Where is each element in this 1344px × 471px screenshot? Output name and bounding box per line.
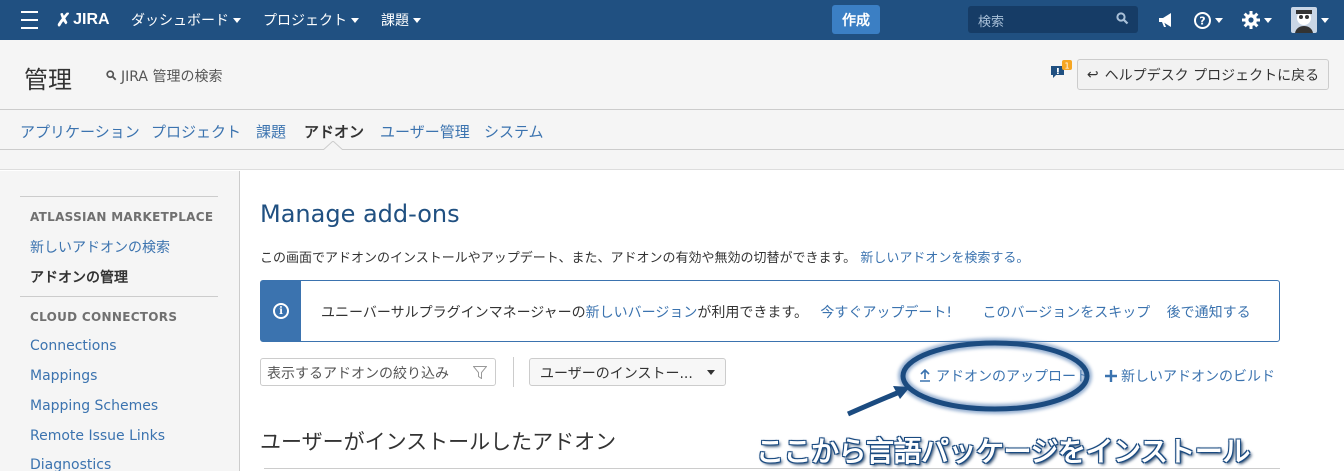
notification-count: 1 (1064, 62, 1069, 71)
top-navigation-bar: ✗ JIRA ダッシュボード プロジェクト 課題 作成 検索 ? (0, 0, 1344, 40)
feedback-icon: 1 (1051, 60, 1072, 78)
update-banner: i ユニーバーサルプラグインマネージャーの新しいバージョンが利用できます。 今す… (260, 280, 1280, 342)
section-title-user-installed: ユーザーがインストールしたアドオン (260, 430, 617, 454)
find-add-ons-link[interactable]: 新しいアドオンを検索する。 (860, 251, 1029, 266)
jira-logo[interactable]: ✗ JIRA (56, 0, 110, 40)
page-title: 管理 (24, 66, 72, 94)
return-arrow-icon: ↩ (1086, 66, 1099, 83)
build-add-on-link[interactable]: 新しいアドオンのビルド (1105, 366, 1275, 386)
tab-add-ons[interactable]: アドオン (304, 121, 364, 142)
skip-version-link[interactable]: このバージョンをスキップ (982, 305, 1150, 321)
sidebar-heading-marketplace: ATLASSIAN MARKETPLACE (30, 210, 214, 224)
plus-icon (1105, 370, 1117, 382)
chevron-down-icon (1321, 17, 1329, 23)
megaphone-icon[interactable] (1158, 0, 1176, 40)
help-menu[interactable]: ? (1194, 0, 1223, 40)
back-to-helpdesk-button[interactable]: ↩ ヘルプデスク プロジェクトに戻る (1077, 59, 1329, 90)
tab-applications[interactable]: アプリケーション (20, 121, 140, 142)
page-band (0, 150, 1344, 170)
sidebar-item-connections[interactable]: Connections (30, 338, 117, 354)
chevron-down-icon (413, 17, 421, 23)
create-button[interactable]: 作成 (832, 5, 880, 34)
sidebar-item-manage-add-ons[interactable]: アドオンの管理 (30, 267, 128, 287)
add-on-filter-input[interactable]: 表示するアドオンの絞り込み (260, 358, 496, 386)
sidebar-item-mappings[interactable]: Mappings (30, 368, 97, 384)
add-on-type-select[interactable]: ユーザーのインストー... (529, 358, 726, 386)
divider (20, 196, 218, 197)
nav-issues-menu[interactable]: 課題 (381, 0, 421, 40)
user-avatar[interactable] (1291, 0, 1329, 40)
sidebar-item-mapping-schemes[interactable]: Mapping Schemes (30, 398, 158, 414)
divider (513, 357, 514, 387)
upload-icon (920, 368, 930, 382)
remind-later-link[interactable]: 後で通知する (1167, 305, 1251, 321)
settings-menu[interactable] (1242, 0, 1272, 40)
chevron-down-icon (1264, 17, 1272, 23)
gear-icon (1242, 11, 1260, 29)
annotation-arrow (846, 388, 903, 417)
admin-tabs: アプリケーション プロジェクト 課題 アドオン ユーザー管理 システム (0, 110, 1344, 150)
svg-text:?: ? (1199, 14, 1205, 27)
help-icon: ? (1194, 11, 1211, 29)
menu-icon[interactable] (20, 0, 38, 40)
chevron-down-icon (1215, 17, 1223, 23)
tab-issues[interactable]: 課題 (256, 121, 286, 142)
upload-add-on-link[interactable]: アドオンのアップロード (919, 366, 1090, 386)
admin-search-link[interactable]: JIRA 管理の検索 (106, 66, 222, 86)
sidebar-item-diagnostics[interactable]: Diagnostics (30, 457, 111, 471)
sidebar: ATLASSIAN MARKETPLACE 新しいアドオンの検索 アドオンの管理… (0, 171, 240, 471)
chevron-down-icon (233, 17, 241, 23)
search-icon (106, 70, 117, 81)
banner-message: ユニーバーサルプラグインマネージャーの新しいバージョンが利用できます。 今すぐア… (321, 305, 1251, 321)
chevron-down-icon (351, 17, 359, 23)
sidebar-heading-cloud-connectors: CLOUD CONNECTORS (30, 310, 178, 324)
main-title: Manage add-ons (260, 200, 460, 228)
sidebar-item-remote-issue-links[interactable]: Remote Issue Links (30, 428, 165, 444)
admin-header: 管理 JIRA 管理の検索 1 ↩ ヘルプデスク プロジェクトに戻る (0, 40, 1344, 110)
avatar-icon (1291, 7, 1317, 33)
page-description: この画面でアドオンのインストールやアップデート、また、アドオンの有効や無効の切替… (260, 251, 1030, 266)
annotation-caption: ここから言語パッケージをインストール (756, 435, 1250, 468)
search-input[interactable]: 検索 (968, 6, 1138, 33)
tab-user-management[interactable]: ユーザー管理 (380, 121, 470, 142)
divider (20, 296, 218, 297)
sidebar-item-find-add-ons[interactable]: 新しいアドオンの検索 (30, 237, 170, 257)
chevron-down-icon (707, 370, 715, 375)
info-icon: i (261, 281, 301, 341)
nav-projects-menu[interactable]: プロジェクト (263, 0, 359, 40)
nav-dashboard-menu[interactable]: ダッシュボード (131, 0, 241, 40)
update-now-link[interactable]: 今すぐアップデート! (820, 305, 952, 321)
tab-projects[interactable]: プロジェクト (151, 121, 241, 142)
feedback-notification[interactable]: 1 (1050, 60, 1072, 86)
new-version-link[interactable]: 新しいバージョン (586, 305, 698, 321)
tab-system[interactable]: システム (484, 121, 544, 142)
search-icon (1116, 12, 1129, 25)
filter-icon (473, 366, 487, 379)
